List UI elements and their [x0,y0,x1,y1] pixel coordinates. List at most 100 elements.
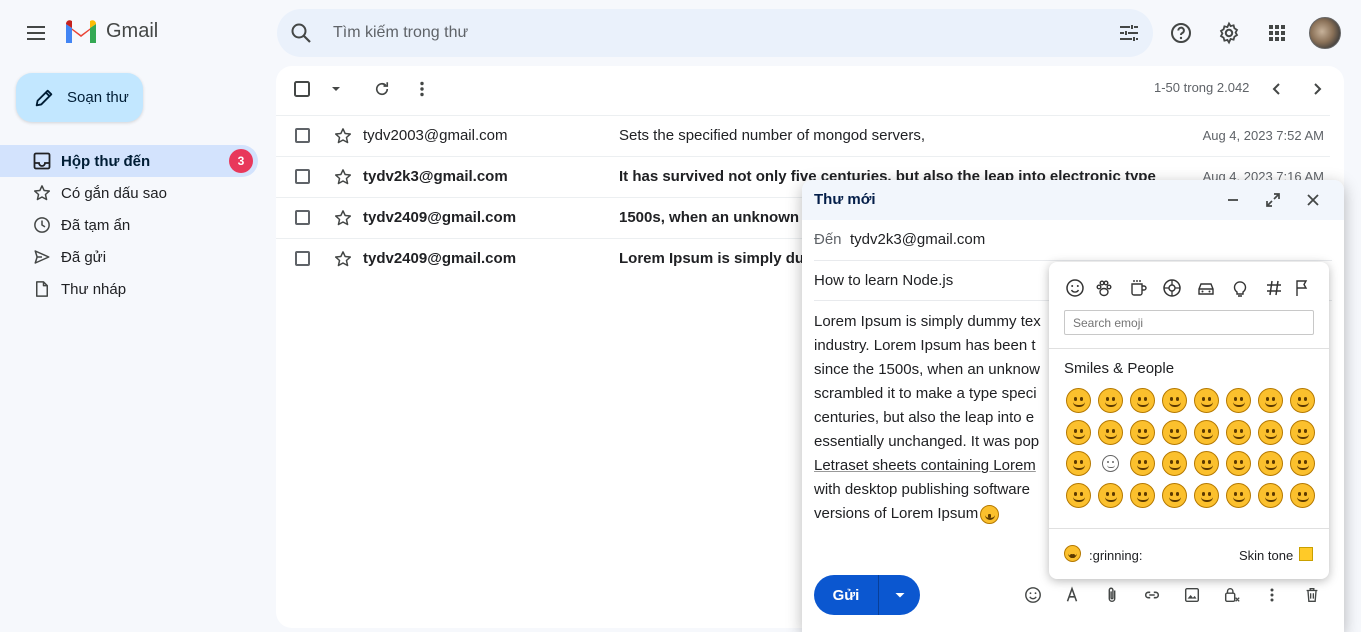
row-checkbox[interactable] [295,128,310,143]
emoji-item[interactable] [1126,511,1158,512]
close-compose-button[interactable] [1293,180,1333,220]
sidebar-item-inbox[interactable]: Hộp thư đến 3 [0,145,258,177]
email-row[interactable]: tydv2003@gmail.com Sets the specified nu… [276,115,1330,156]
emoji-item[interactable] [1094,385,1126,417]
emoji-item[interactable] [1286,448,1318,480]
prev-page-button[interactable] [1257,69,1297,109]
emoji-item[interactable] [1126,480,1158,512]
message-body[interactable]: Lorem Ipsum is simply dummy tex industry… [814,310,1050,526]
attach-file-button[interactable] [1092,575,1132,615]
emoji-item[interactable] [1158,511,1190,512]
emoji-item[interactable] [1286,385,1318,417]
star-toggle[interactable] [334,209,352,227]
category-symbols[interactable] [1261,275,1287,301]
search-input[interactable] [333,9,1093,57]
search-button[interactable] [289,21,313,45]
emoji-item[interactable] [1222,480,1254,512]
emoji-item[interactable] [1254,448,1286,480]
to-field[interactable]: tydv2k3@gmail.com [850,231,985,248]
discard-draft-button[interactable] [1292,575,1332,615]
emoji-item[interactable] [1190,511,1222,512]
sidebar-item-sent[interactable]: Đã gửi [0,241,258,273]
emoji-item[interactable] [1254,417,1286,449]
select-options-dropdown[interactable] [322,69,350,109]
category-smileys[interactable] [1062,275,1088,301]
gmail-logo[interactable]: Gmail [64,18,158,44]
next-page-button[interactable] [1297,69,1337,109]
row-checkbox[interactable] [295,169,310,184]
emoji-item[interactable] [1094,417,1126,449]
category-objects[interactable] [1227,275,1253,301]
emoji-item[interactable] [1286,417,1318,449]
emoji-item[interactable] [1094,511,1126,512]
confidential-mode-button[interactable] [1212,575,1252,615]
apps-button[interactable] [1257,13,1297,53]
emoji-item[interactable] [1286,480,1318,512]
insert-emoji-button[interactable] [1013,575,1053,615]
emoji-item[interactable] [1126,385,1158,417]
emoji-item[interactable] [1254,385,1286,417]
compose-header[interactable]: Thư mới [802,180,1344,220]
sidebar-item-drafts[interactable]: Thư nháp [0,273,258,305]
emoji-item[interactable] [1158,417,1190,449]
more-options-button[interactable] [402,69,442,109]
emoji-item[interactable] [1190,417,1222,449]
emoji-item[interactable] [1126,417,1158,449]
skin-tone-label[interactable]: Skin tone [1239,548,1293,563]
emoji-item[interactable] [1126,448,1158,480]
emoji-item[interactable] [1062,511,1094,512]
formatting-button[interactable] [1052,575,1092,615]
more-options-button[interactable] [1252,575,1292,615]
emoji-item[interactable] [1062,480,1094,512]
settings-button[interactable] [1209,13,1249,53]
refresh-button[interactable] [362,69,402,109]
select-all-checkbox[interactable] [282,69,322,109]
star-toggle[interactable] [334,127,352,145]
skin-tone-swatch[interactable] [1299,547,1313,561]
emoji-item[interactable] [1286,511,1318,512]
search-bar[interactable] [277,9,1153,57]
emoji-item[interactable] [1158,448,1190,480]
emoji-item[interactable] [1254,480,1286,512]
category-activities[interactable] [1159,275,1185,301]
emoji-item[interactable] [1222,385,1254,417]
fullscreen-button[interactable] [1253,180,1293,220]
emoji-item[interactable] [1094,480,1126,512]
row-checkbox[interactable] [295,251,310,266]
emoji-item[interactable] [1062,417,1094,449]
star-toggle[interactable] [334,250,352,268]
emoji-item[interactable] [1222,417,1254,449]
star-toggle[interactable] [334,168,352,186]
help-button[interactable] [1161,13,1201,53]
insert-link-button[interactable] [1132,575,1172,615]
minimize-button[interactable] [1213,180,1253,220]
emoji-item[interactable] [1222,511,1254,512]
category-animals[interactable] [1091,275,1117,301]
emoji-item[interactable] [1254,511,1286,512]
send-button[interactable]: Gửi [814,575,879,615]
emoji-item[interactable] [1222,448,1254,480]
main-menu-button[interactable] [16,13,56,53]
subject-field[interactable]: How to learn Node.js [814,272,953,289]
search-options-button[interactable] [1117,21,1141,45]
sidebar-item-snoozed[interactable]: Đã tạm ẩn [0,209,258,241]
sidebar-item-starred[interactable]: Có gắn dấu sao [0,177,258,209]
row-checkbox[interactable] [295,210,310,225]
category-flags[interactable] [1289,275,1315,301]
emoji-item[interactable] [1094,448,1126,480]
insert-photo-button[interactable] [1172,575,1212,615]
account-avatar[interactable] [1309,17,1341,49]
emoji-item[interactable] [1158,385,1190,417]
compose-button[interactable]: Soạn thư [16,73,143,122]
emoji-item[interactable] [1062,448,1094,480]
emoji-item[interactable] [1158,480,1190,512]
category-travel[interactable] [1193,275,1219,301]
category-food[interactable] [1125,275,1151,301]
emoji-item[interactable] [1062,385,1094,417]
emoji-item[interactable] [1190,448,1222,480]
emoji-item[interactable] [1190,480,1222,512]
emoji-item[interactable] [1190,385,1222,417]
send-options-button[interactable] [879,575,920,615]
emoji-search-input[interactable] [1064,310,1314,335]
minimize-icon [1228,199,1238,201]
